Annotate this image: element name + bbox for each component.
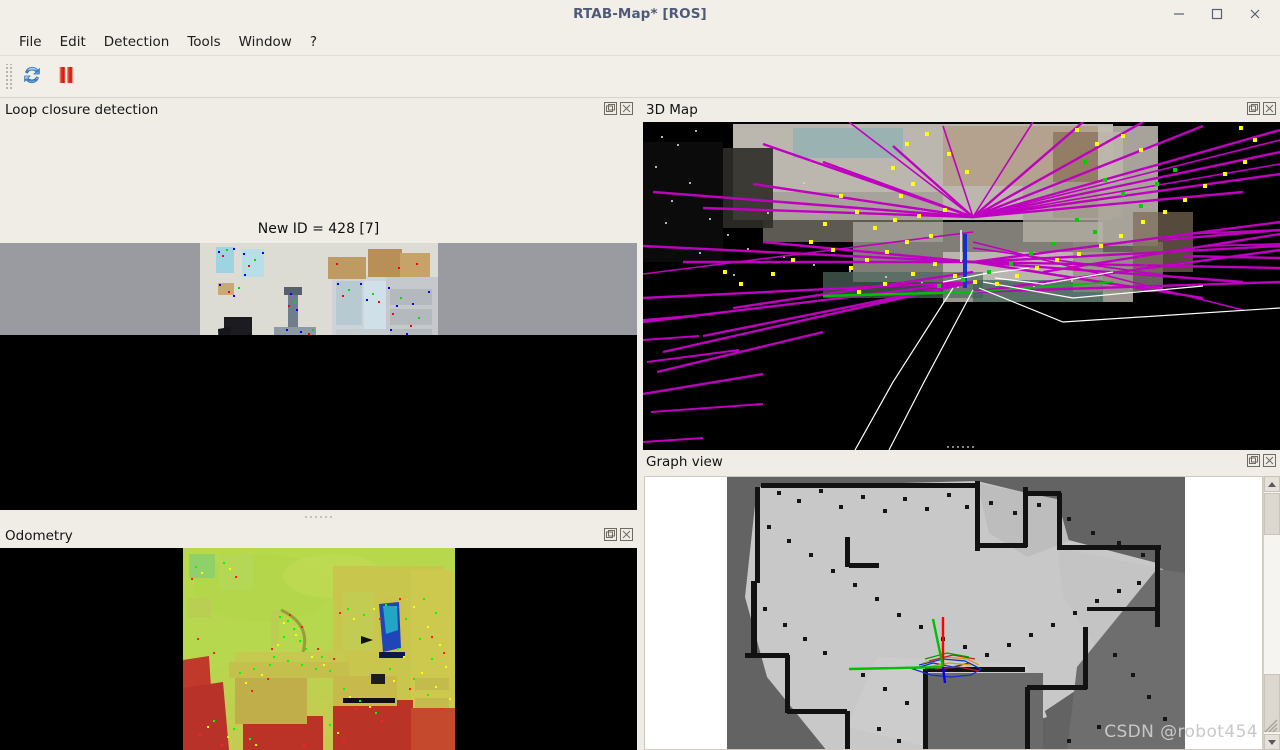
toolbar-grip[interactable] <box>4 63 12 90</box>
menu-bar: File Edit Detection Tools Window ? <box>0 28 1280 56</box>
float-icon[interactable] <box>604 528 617 541</box>
close-icon[interactable] <box>1263 102 1276 115</box>
refresh-icon <box>20 63 44 91</box>
menu-edit[interactable]: Edit <box>51 31 95 53</box>
odometry-title-bar: Odometry <box>0 524 637 548</box>
map3d-dock-buttons <box>1247 102 1276 115</box>
scrollbar-thumb[interactable] <box>1264 493 1280 535</box>
scroll-up-icon[interactable] <box>1264 476 1280 492</box>
minimize-button[interactable] <box>1160 1 1198 27</box>
menu-file[interactable]: File <box>10 31 51 53</box>
close-icon[interactable] <box>620 528 633 541</box>
graph-view-title: Graph view <box>646 454 723 470</box>
graph-view-title-bar: Graph view <box>641 450 1280 474</box>
maximize-button[interactable] <box>1198 1 1236 27</box>
scroll-down-icon[interactable] <box>1264 734 1280 750</box>
odometry-dock-buttons <box>604 528 633 541</box>
loop-closure-panel: Loop closure detection New ID = 428 [7] <box>0 98 637 510</box>
graph-view-dock-buttons <box>1247 454 1276 467</box>
float-icon[interactable] <box>604 102 617 115</box>
window-controls <box>1160 0 1274 28</box>
title-bar: RTAB-Map* [ROS] <box>0 0 1280 29</box>
graph-view-scrollbar[interactable] <box>1263 476 1280 750</box>
rtabmap-window: RTAB-Map* [ROS] File Edit Detection Tool… <box>0 0 1280 750</box>
loop-closure-status: New ID = 428 [7] <box>257 221 380 237</box>
odometry-image-area[interactable] <box>0 548 637 750</box>
map3d-panel: 3D Map <box>641 98 1280 450</box>
odometry-depth-image <box>183 548 455 750</box>
refresh-button[interactable] <box>15 60 49 94</box>
pause-icon <box>54 63 78 91</box>
odometry-panel: Odometry <box>0 524 637 750</box>
map3d-viewport[interactable] <box>643 122 1280 450</box>
tool-bar <box>0 56 1280 98</box>
map3d-title-bar: 3D Map <box>641 98 1280 122</box>
loop-closure-title: Loop closure detection <box>5 102 159 118</box>
float-icon[interactable] <box>1247 102 1260 115</box>
loop-closure-title-bar: Loop closure detection <box>0 98 637 122</box>
window-title: RTAB-Map* [ROS] <box>573 6 707 22</box>
close-icon[interactable] <box>620 102 633 115</box>
menu-tools[interactable]: Tools <box>178 31 229 53</box>
menu-window[interactable]: Window <box>230 31 301 53</box>
resize-grip[interactable] <box>1264 718 1278 733</box>
menu-help[interactable]: ? <box>301 31 326 53</box>
close-button[interactable] <box>1236 1 1274 27</box>
graph-view-panel: Graph view <box>641 450 1280 750</box>
map3d-title: 3D Map <box>646 102 698 118</box>
point-cloud-render <box>643 122 1280 450</box>
horizontal-splitter[interactable] <box>0 514 637 520</box>
close-icon[interactable] <box>1263 454 1276 467</box>
odometry-scene-render <box>183 548 455 750</box>
occupancy-grid-map <box>727 477 1185 749</box>
menu-detection[interactable]: Detection <box>95 31 179 53</box>
loop-closure-match-area[interactable] <box>0 335 637 510</box>
occupancy-grid-render <box>727 477 1185 749</box>
float-icon[interactable] <box>1247 454 1260 467</box>
pause-button[interactable] <box>49 60 83 94</box>
loop-closure-dock-buttons <box>604 102 633 115</box>
graph-view-viewport[interactable] <box>644 476 1263 750</box>
odometry-title: Odometry <box>5 528 73 544</box>
